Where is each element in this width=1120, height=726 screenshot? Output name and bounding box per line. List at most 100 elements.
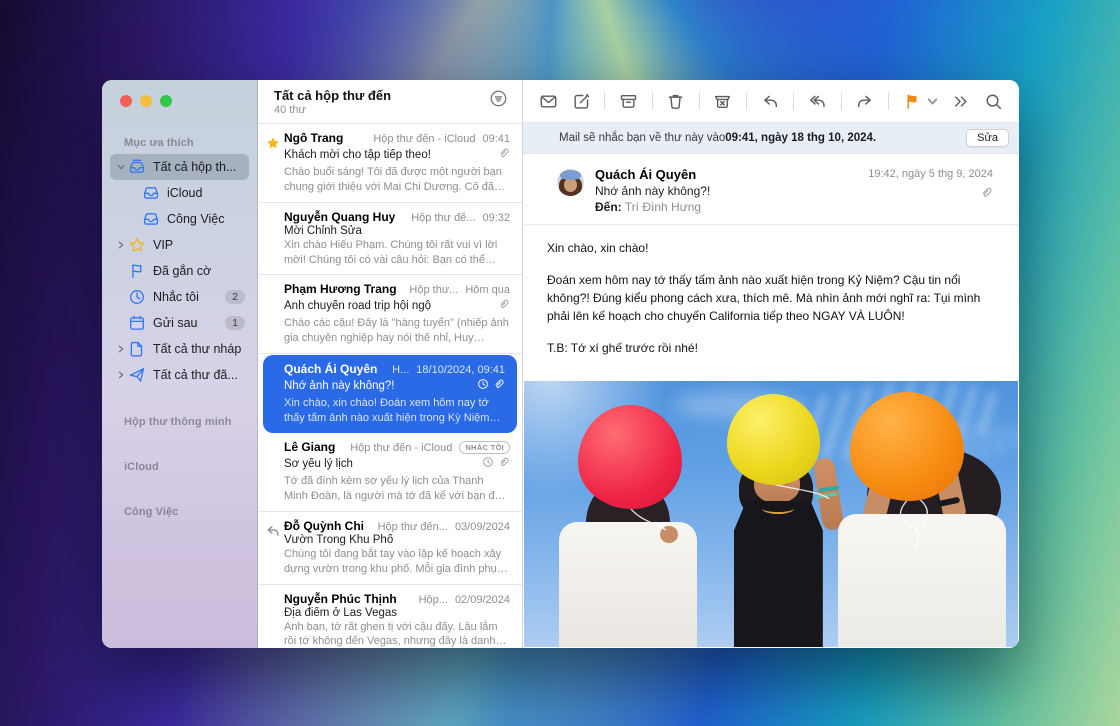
toolbar-divider [699, 93, 700, 110]
sidebar-item-label: iCloud [167, 186, 202, 200]
message-row-top: Nguyễn Quang HuyHộp thư đế...09:32 [284, 210, 510, 224]
message-preview: Chào các cậu! Đây là "hàng tuyển" (nhiếp… [284, 316, 510, 346]
message-row[interactable]: Nguyễn Phúc ThịnhHộp...02/09/2024Địa điể… [258, 585, 522, 648]
message-sender: Lê Giang [284, 440, 335, 454]
forward-button[interactable] [855, 92, 874, 111]
sidebar-item-t-t-c-th-[interactable]: Tất cả thư đã... [110, 362, 249, 388]
message-row[interactable]: Đỗ Quỳnh Chi Hộp thư đến...03/09/2024Vườn… [258, 512, 522, 585]
sidebar-item-vip[interactable]: VIP [110, 232, 249, 258]
toolbar-divider [746, 93, 747, 110]
paperclip-icon [498, 146, 510, 164]
compose-button[interactable] [572, 92, 591, 111]
sidebar-item-icloud[interactable]: iCloud [110, 180, 249, 206]
reply-button[interactable] [761, 92, 780, 111]
message-mailbox: Hộp thư đến - iCloud [350, 442, 452, 454]
sidebar-item--g-n-c-[interactable]: Đã gắn cờ [110, 258, 249, 284]
message-header-left: Quách Ái Quyên Nhớ ảnh này không?! Đến: … [595, 167, 710, 214]
message-mailbox: Hộp thư đế... [411, 212, 475, 224]
zoom-window-button[interactable] [160, 95, 172, 107]
body-paragraph: Đoán xem hôm nay tớ thấy tấm ảnh nào xuấ… [547, 271, 997, 325]
message-meta: Hộp thư đến...03/09/2024 [378, 521, 510, 533]
message-subject: Nhớ ảnh này không?! [595, 184, 710, 198]
message-subject: Địa điểm ở Las Vegas [284, 607, 510, 619]
message-preview: Chúng tôi đang bắt tay vào lập kế hoạch … [284, 547, 510, 577]
sidebar-item-c-ng-vi-c[interactable]: Công Việc [110, 206, 249, 232]
window-controls [102, 80, 257, 107]
message-count: 40 thư [274, 104, 391, 116]
attachment-photo[interactable] [524, 381, 1018, 647]
avatar-hat [560, 170, 581, 180]
message-mailbox: Hộp thư đến - iCloud [373, 133, 475, 145]
message-row[interactable]: Ngô TrangHộp thư đến - iCloud09:41Khách … [258, 124, 522, 203]
archive-button[interactable] [619, 92, 638, 111]
message-row[interactable]: Quách Ái QuyênH...18/10/2024, 09:41Nhớ ả… [263, 355, 517, 433]
sidebar-section-header: Công Việc [102, 502, 257, 523]
more-toolbar-button[interactable] [951, 92, 970, 111]
flag-chevron-down-icon[interactable] [927, 96, 938, 107]
star-icon[interactable] [265, 135, 281, 151]
inbox-icon [142, 210, 160, 228]
message-list-header: Tất cả hộp thư đến 40 thư [258, 80, 522, 124]
get-mail-button[interactable] [539, 92, 558, 111]
subject-icons [477, 377, 505, 395]
message-row-top: Lê GiangHộp thư đến - iCloudNHẮC TÔI [284, 440, 510, 455]
message-row-subject: Ảnh chuyến road trip hội ngộ [284, 297, 510, 315]
message-subject: Nhớ ảnh này không?! [284, 380, 471, 392]
unread-badge: 2 [225, 290, 245, 304]
message-subject: Ảnh chuyến road trip hội ngộ [284, 300, 492, 312]
sidebar-item-nh-c-t-i[interactable]: Nhắc tôi2 [110, 284, 249, 310]
edit-reminder-button[interactable]: Sửa [966, 129, 1009, 147]
sidebar-item-g-i-sau[interactable]: Gửi sau 1 [110, 310, 249, 336]
message-preview: Chào buổi sáng! Tôi đã được một người bạ… [284, 165, 510, 195]
delete-button[interactable] [666, 92, 685, 111]
close-window-button[interactable] [120, 95, 132, 107]
chevron-right-icon[interactable] [114, 371, 128, 379]
clock-icon [128, 288, 146, 306]
inbox-stack-icon [128, 158, 146, 176]
unread-badge: 1 [225, 316, 245, 330]
message-row-subject: Vườn Trong Khu Phố [284, 534, 510, 546]
chevron-right-icon[interactable] [114, 345, 128, 353]
message-row[interactable]: Phạm Hương TrangHộp thư...Hôm quaẢnh chu… [258, 275, 522, 354]
flag-button[interactable] [903, 92, 922, 111]
reminder-text: Mail sẽ nhắc bạn về thư này vào [559, 132, 725, 144]
reply-all-button[interactable] [808, 92, 827, 111]
junk-button[interactable] [713, 92, 732, 111]
sidebar-item-t-t-c-th-nh-p[interactable]: Tất cả thư nháp [110, 336, 249, 362]
chevron-right-icon[interactable] [114, 241, 128, 249]
mail-window: Mục ưa thíchTất cả hộp th...iCloudCông V… [102, 80, 1019, 648]
message-date: 19:42, ngày 5 thg 9, 2024 [868, 168, 993, 180]
message-row-subject: Khách mời cho tập tiếp theo! [284, 146, 510, 164]
orange-balloon [850, 392, 964, 501]
chevron-down-icon[interactable] [114, 163, 128, 171]
message-row-top: Đỗ Quỳnh Chi Hộp thư đến...03/09/2024 [284, 519, 510, 533]
message-sender: Ngô Trang [284, 131, 343, 145]
search-button[interactable] [984, 92, 1003, 111]
toolbar-divider [841, 93, 842, 110]
message-list-pane: Tất cả hộp thư đến 40 thư Ngô Trang Hộp t… [258, 80, 523, 648]
minimize-window-button[interactable] [140, 95, 152, 107]
sidebar-item-label: Gửi sau [153, 316, 198, 330]
sidebar-item-t-t-c-h-p-th-[interactable]: Tất cả hộp th... [110, 154, 249, 180]
sidebar-section-header: Hộp thư thông minh [102, 412, 257, 433]
paperclip-icon [498, 297, 510, 315]
message-mailbox: Hộp thư... [409, 284, 458, 296]
avatar-face [564, 178, 577, 192]
sidebar-item-label: Đã gắn cờ [153, 264, 211, 278]
sidebar: Mục ưa thíchTất cả hộp th...iCloudCông V… [102, 80, 258, 648]
attachment-paperclip-icon[interactable] [980, 186, 993, 204]
mailbox-title: Tất cả hộp thư đến [274, 88, 391, 103]
message-row[interactable]: Lê GiangHộp thư đến - iCloudNHẮC TÔISơ y… [258, 433, 522, 512]
message-meta: Hộp thư...Hôm qua [409, 284, 510, 296]
message-row-subject: Địa điểm ở Las Vegas [284, 607, 510, 619]
subject-icons [498, 297, 510, 315]
red-balloon [578, 405, 682, 509]
message-body: Xin chào, xin chào!Đoán xem hôm nay tớ t… [523, 225, 1019, 381]
to-value[interactable]: Trí Đình Hưng [625, 200, 701, 214]
message-sender: Đỗ Quỳnh Chi [284, 519, 364, 533]
star-icon [128, 236, 146, 254]
message-row[interactable]: Nguyễn Quang HuyHộp thư đế...09:32Mời Ch… [258, 203, 522, 276]
sidebar-item-label: Công Việc [167, 212, 224, 226]
message-time: 02/09/2024 [455, 594, 510, 606]
filter-icon[interactable] [489, 89, 508, 111]
